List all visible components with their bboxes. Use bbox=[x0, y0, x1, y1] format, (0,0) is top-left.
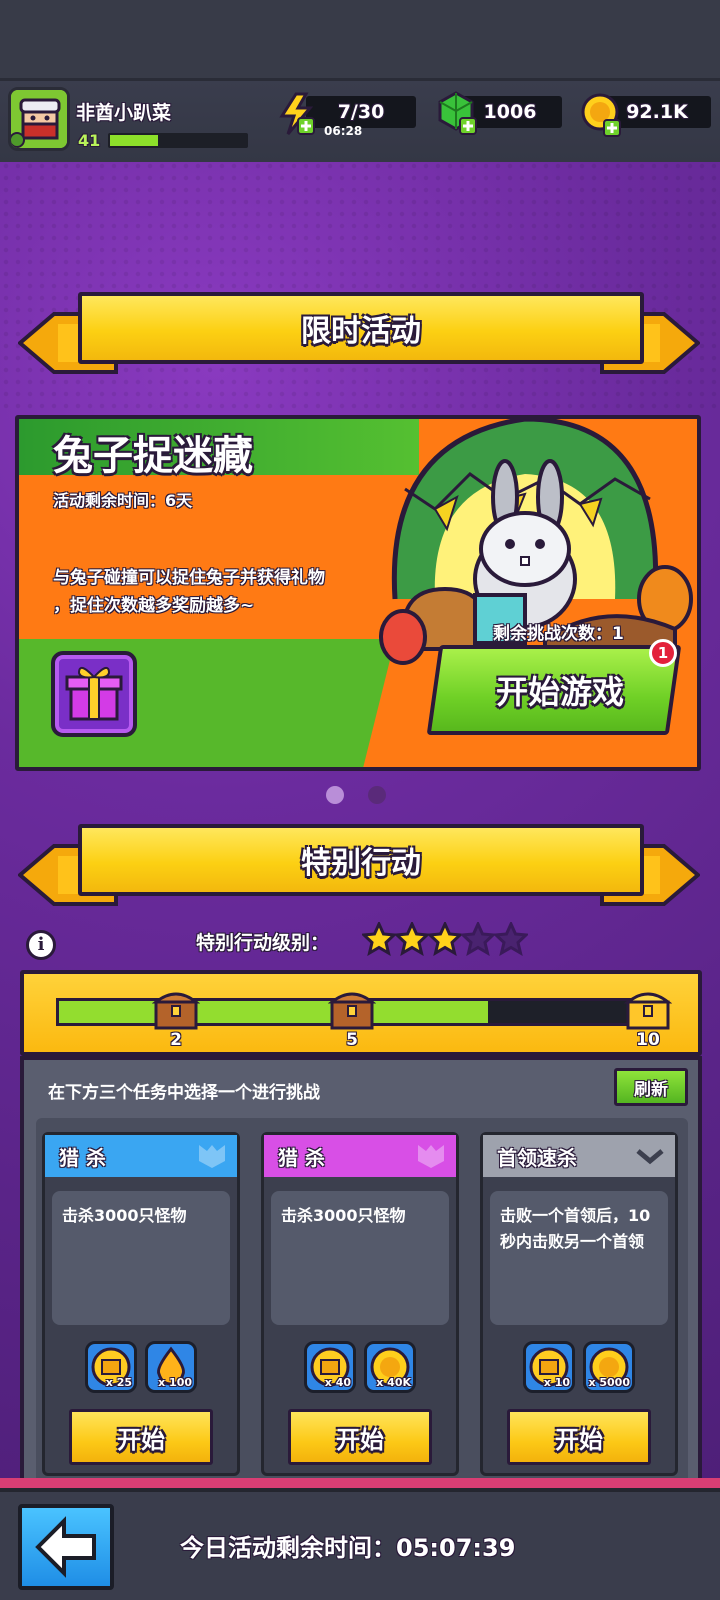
energy-value: 7/30 bbox=[337, 101, 385, 123]
xp-bar-fill bbox=[110, 135, 158, 146]
limited-event-title: 限时活动 bbox=[78, 292, 644, 364]
avatar[interactable] bbox=[8, 87, 70, 151]
coin-icon[interactable] bbox=[580, 92, 624, 138]
special-level-label: 特别行动级别： bbox=[196, 932, 330, 954]
task-start-button[interactable]: 开始 bbox=[288, 1409, 432, 1465]
gift-reward[interactable] bbox=[51, 651, 137, 737]
reward-count: x 25 bbox=[105, 1376, 132, 1389]
level-stars bbox=[362, 922, 532, 958]
reward-slot[interactable]: x 10 bbox=[523, 1341, 575, 1393]
player-name: 非酋小趴菜 bbox=[76, 102, 172, 124]
refresh-label: 刷新 bbox=[634, 1079, 668, 1100]
chevron-down-icon bbox=[635, 1143, 665, 1169]
star-filled-icon bbox=[428, 922, 462, 956]
star-filled-icon bbox=[395, 922, 429, 956]
task-description: 击败一个首领后，10秒内击败另一个首领 bbox=[490, 1191, 668, 1325]
reward-count: x 5000 bbox=[588, 1376, 630, 1389]
task-start-button[interactable]: 开始 bbox=[69, 1409, 213, 1465]
reward-count: x 100 bbox=[158, 1376, 192, 1389]
event-description-1: 与兔子碰撞可以捉住兔子并获得礼物 bbox=[53, 568, 325, 588]
milestone-chest-icon[interactable] bbox=[151, 988, 201, 1032]
milestone-chest-icon[interactable] bbox=[327, 988, 377, 1032]
limited-event-banner: 限时活动 bbox=[0, 292, 720, 374]
back-arrow-icon bbox=[35, 1516, 96, 1578]
reward-slot[interactable]: x 5000 bbox=[583, 1341, 635, 1393]
milestone-progress-fill bbox=[59, 1001, 488, 1023]
reward-slot[interactable]: x 40K bbox=[364, 1341, 416, 1393]
task-instructions: 在下方三个任务中选择一个进行挑战 bbox=[48, 1083, 320, 1103]
gift-icon bbox=[65, 666, 123, 721]
task-description: 击杀3000只怪物 bbox=[52, 1191, 230, 1325]
reward-slot[interactable]: x 25 bbox=[85, 1341, 137, 1393]
event-card[interactable]: 兔子捉迷藏 活动剩余时间：6天 与兔子碰撞可以捉住兔子并获得礼物 ，捉住次数越多… bbox=[15, 415, 701, 771]
special-action-title: 特别行动 bbox=[78, 824, 644, 896]
milestone-label: 2 bbox=[170, 1030, 182, 1050]
event-title: 兔子捉迷藏 bbox=[53, 433, 253, 479]
energy-timer: 06:28 bbox=[324, 124, 363, 138]
avatar-portrait-icon bbox=[11, 90, 67, 148]
back-button[interactable] bbox=[18, 1504, 114, 1590]
page-dot[interactable] bbox=[368, 786, 386, 804]
task-card[interactable]: 首领速杀 击败一个首领后，10秒内击败另一个首领 x 10 x 5000 开始 bbox=[480, 1132, 678, 1476]
task-card[interactable]: 猎 杀击杀3000只怪物 x 40 x 40K 开始 bbox=[261, 1132, 459, 1476]
event-remaining-time: 活动剩余时间：6天 bbox=[53, 491, 193, 510]
player-level: 41 bbox=[78, 131, 101, 150]
reward-count: x 40K bbox=[376, 1376, 411, 1389]
gem-value: 1006 bbox=[483, 101, 537, 123]
start-game-button[interactable] bbox=[426, 645, 682, 735]
gem-icon[interactable] bbox=[436, 90, 480, 136]
special-action-banner: 特别行动 bbox=[0, 824, 720, 906]
star-empty-icon bbox=[461, 922, 495, 956]
reward-count: x 40 bbox=[324, 1376, 351, 1389]
notification-badge: 1 bbox=[649, 639, 677, 667]
info-icon[interactable]: i bbox=[26, 930, 56, 960]
star-filled-icon bbox=[362, 922, 396, 956]
refresh-button[interactable]: 刷新 bbox=[614, 1068, 688, 1106]
star-empty-icon bbox=[494, 922, 528, 956]
task-description: 击杀3000只怪物 bbox=[271, 1191, 449, 1325]
task-card[interactable]: 猎 杀击杀3000只怪物 x 25 x 100 开始 bbox=[42, 1132, 240, 1476]
rank-emblem-icon bbox=[416, 1143, 446, 1169]
reward-slot[interactable]: x 40 bbox=[304, 1341, 356, 1393]
challenges-left: 剩余挑战次数：1 bbox=[493, 624, 624, 644]
daily-remaining-time: 今日活动剩余时间：05:07:39 bbox=[180, 1534, 516, 1562]
reward-count: x 10 bbox=[543, 1376, 570, 1389]
status-bar bbox=[0, 0, 720, 78]
task-start-button[interactable]: 开始 bbox=[507, 1409, 651, 1465]
milestone-chest-icon[interactable] bbox=[623, 988, 673, 1032]
rank-emblem-icon bbox=[197, 1143, 227, 1169]
page-dot-active[interactable] bbox=[326, 786, 344, 804]
energy-bolt-icon[interactable] bbox=[278, 92, 318, 136]
coin-value: 92.1K bbox=[626, 101, 688, 123]
milestone-label: 10 bbox=[636, 1030, 660, 1050]
reward-slot[interactable]: x 100 bbox=[145, 1341, 197, 1393]
event-description-2: ，捉住次数越多奖励越多~ bbox=[53, 596, 255, 616]
milestone-label: 5 bbox=[346, 1030, 358, 1050]
